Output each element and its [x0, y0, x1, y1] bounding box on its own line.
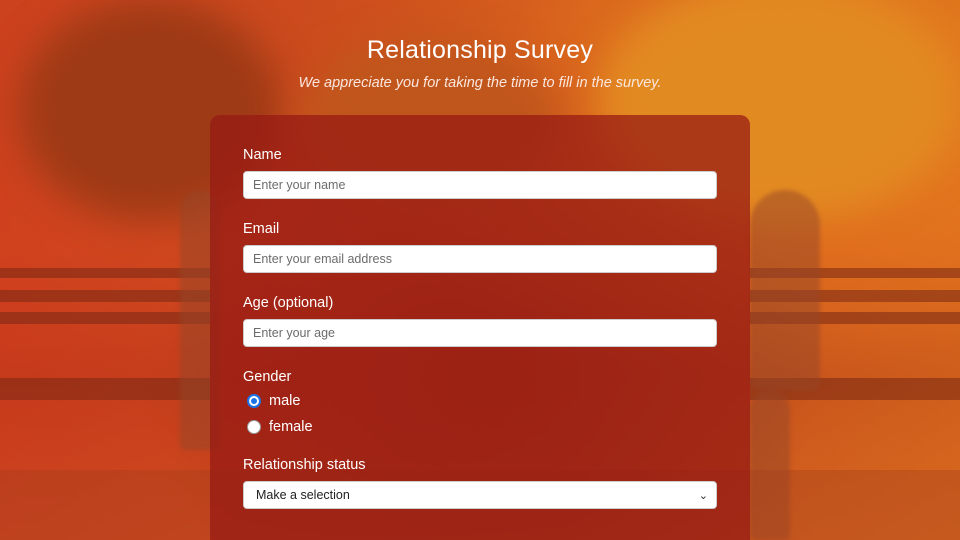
gender-label: Gender — [243, 369, 292, 385]
email-label: Email — [243, 221, 280, 237]
gender-field-group: Gender male female — [243, 369, 717, 437]
name-placeholder: Enter your name — [253, 178, 346, 192]
page-title: Relationship Survey — [366, 36, 594, 64]
name-label: Name — [243, 147, 282, 163]
relationship-field-group: Relationship status Make a selection ⌄ — [243, 457, 717, 509]
age-placeholder: Enter your age — [253, 326, 335, 340]
name-field-group: Name Enter your name — [243, 147, 717, 199]
page-subtitle: We appreciate you for taking the time to… — [298, 75, 662, 91]
age-field-group: Age (optional) Enter your age — [243, 295, 717, 347]
relationship-selected-value: Make a selection — [256, 488, 350, 502]
chevron-down-icon: ⌄ — [698, 489, 708, 502]
relationship-label: Relationship status — [243, 457, 366, 473]
relationship-select[interactable]: Make a selection ⌄ — [243, 481, 717, 509]
age-input[interactable]: Enter your age — [243, 319, 717, 347]
survey-form: Name Enter your name Email Enter your em… — [210, 115, 750, 540]
gender-option-male[interactable]: male — [247, 391, 717, 411]
page-header: Relationship Survey We appreciate you fo… — [0, 36, 960, 91]
age-label: Age (optional) — [243, 295, 334, 311]
male-radio[interactable] — [247, 394, 261, 408]
email-placeholder: Enter your email address — [253, 252, 392, 266]
female-radio[interactable] — [247, 420, 261, 434]
female-radio-label: female — [269, 419, 313, 435]
male-radio-label: male — [269, 393, 301, 409]
name-input[interactable]: Enter your name — [243, 171, 717, 199]
email-input[interactable]: Enter your email address — [243, 245, 717, 273]
gender-option-female[interactable]: female — [247, 417, 717, 437]
email-field-group: Email Enter your email address — [243, 221, 717, 273]
